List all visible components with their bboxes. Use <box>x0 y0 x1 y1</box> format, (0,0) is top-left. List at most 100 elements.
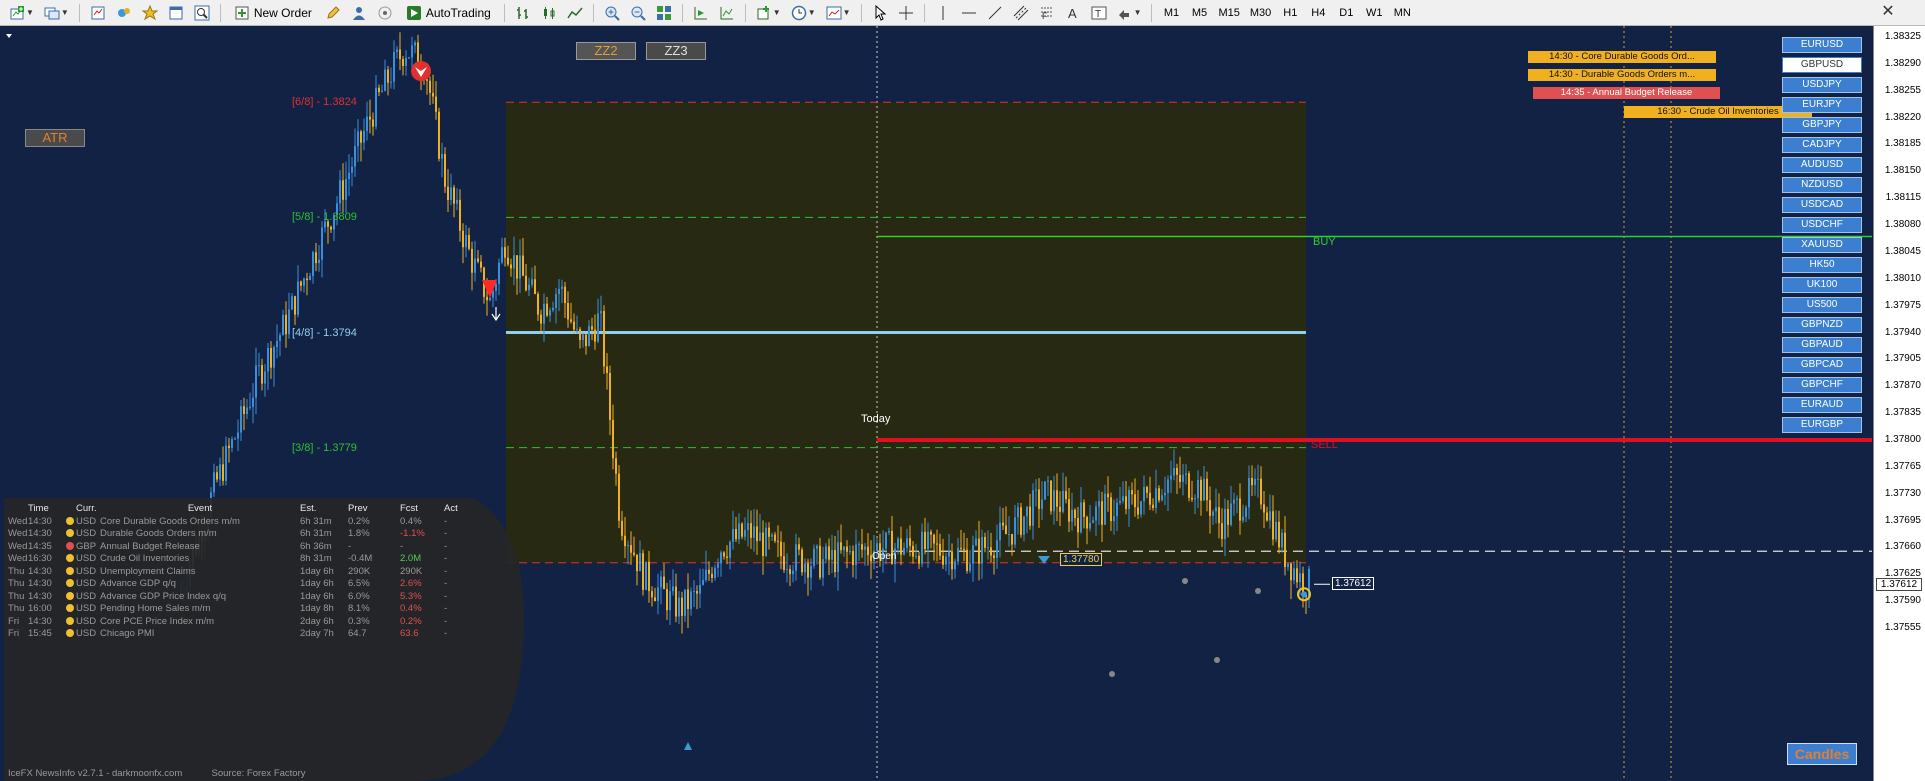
vertical-line-button[interactable] <box>931 2 955 24</box>
strategy-tester-button[interactable] <box>190 2 214 24</box>
line-chart-button[interactable] <box>563 2 587 24</box>
symbol-button-eurgbp[interactable]: EURGBP <box>1782 417 1862 433</box>
news-row[interactable]: Thu 14:30 USD Advance GDP q/q 1day 6h 6.5% 2.6… <box>8 578 474 591</box>
candle-body <box>939 543 941 556</box>
candles-button[interactable]: Candles <box>1787 743 1857 765</box>
news-row[interactable]: Wed 16:30 USD Crude Oil Inventories 8h 31m -0… <box>8 553 474 566</box>
symbol-button-xauusd[interactable]: XAUUSD <box>1782 237 1862 253</box>
symbol-button-gbpusd[interactable]: GBPUSD <box>1782 57 1862 73</box>
symbol-button-euraud[interactable]: EURAUD <box>1782 397 1862 413</box>
candle-body <box>798 544 800 550</box>
trendline-button[interactable] <box>983 2 1007 24</box>
symbol-button-us500[interactable]: US500 <box>1782 297 1862 313</box>
timeframe-m5-button[interactable]: M5 <box>1186 2 1212 24</box>
symbol-button-usdchf[interactable]: USDCHF <box>1782 217 1862 233</box>
candle-body <box>1281 532 1283 548</box>
symbol-button-eurjpy[interactable]: EURJPY <box>1782 97 1862 113</box>
price-tick: 1.37835 <box>1884 407 1921 419</box>
auto-scroll-button[interactable] <box>689 2 713 24</box>
news-tag[interactable]: 14:35 - Annual Budget Release <box>1533 87 1720 99</box>
candle-body <box>285 314 287 335</box>
periods-button[interactable]: ▼ <box>787 2 820 24</box>
symbol-button-hk50[interactable]: HK50 <box>1782 257 1862 273</box>
symbol-button-audusd[interactable]: AUDUSD <box>1782 157 1862 173</box>
templates-button[interactable]: ▼ <box>822 2 855 24</box>
news-row[interactable]: Fri 15:45 USD Chicago PMI 2day 7h 64.7 63.6 - <box>8 628 474 641</box>
symbol-button-usdcad[interactable]: USDCAD <box>1782 197 1862 213</box>
new-chart-button[interactable]: ▼ <box>5 2 38 24</box>
price-chart[interactable]: ZZ2 ZZ3 ATR [6/8] - 1.3824 [5/8] - 1.3809… <box>0 26 1925 781</box>
symbol-button-gbpjpy[interactable]: GBPJPY <box>1782 117 1862 133</box>
data-window-button[interactable] <box>112 2 136 24</box>
news-time: 14:30 <box>28 565 52 577</box>
news-row[interactable]: Thu 14:30 USD Unemployment Claims 1day 6h 290… <box>8 565 474 578</box>
news-row[interactable]: Thu 14:30 USD Advance GDP Price Index q/q 1d… <box>8 590 474 603</box>
text-label-button[interactable]: T <box>1087 2 1111 24</box>
zoom-out-button[interactable] <box>626 2 650 24</box>
signals-button[interactable] <box>347 2 371 24</box>
news-prev: 8.1% <box>348 603 370 615</box>
symbol-button-gbpcad[interactable]: GBPCAD <box>1782 357 1862 373</box>
candle-body <box>507 257 509 265</box>
news-tag[interactable]: 14:30 - Core Durable Goods Ord... <box>1528 51 1716 63</box>
symbol-button-eurusd[interactable]: EURUSD <box>1782 37 1862 53</box>
timeframe-h4-button[interactable]: H4 <box>1305 2 1331 24</box>
new-order-button[interactable]: New Order <box>227 2 319 24</box>
candle-body <box>846 546 848 552</box>
chart-shift-button[interactable] <box>715 2 739 24</box>
candle-body <box>825 546 827 560</box>
symbol-button-gbpnzd[interactable]: GBPNZD <box>1782 317 1862 333</box>
candle-body <box>1236 498 1238 500</box>
atr-button[interactable]: ATR <box>25 129 85 147</box>
zoom-in-button[interactable] <box>600 2 624 24</box>
news-currency-dot <box>66 628 76 641</box>
candle-body <box>1119 500 1121 503</box>
metaeditor-button[interactable] <box>321 2 345 24</box>
market-watch-button[interactable] <box>86 2 110 24</box>
symbol-button-gbpchf[interactable]: GBPCHF <box>1782 377 1862 393</box>
candle-body <box>438 111 440 159</box>
news-row[interactable]: Thu 16:00 USD Pending Home Sales m/m 1day 8h… <box>8 603 474 616</box>
timeframe-m15-button[interactable]: M15 <box>1214 2 1243 24</box>
text-button[interactable]: A <box>1061 2 1085 24</box>
zz2-button[interactable]: ZZ2 <box>576 42 636 60</box>
symbol-button-gbpaud[interactable]: GBPAUD <box>1782 337 1862 353</box>
close-icon[interactable]: ✕ <box>1879 3 1897 21</box>
timeframe-mn-button[interactable]: MN <box>1389 2 1415 24</box>
symbol-button-nzdusd[interactable]: NZDUSD <box>1782 177 1862 193</box>
news-row[interactable]: Wed 14:30 USD Durable Goods Orders m/m 6h 31… <box>8 528 474 541</box>
fibonacci-button[interactable]: F <box>1035 2 1059 24</box>
crosshair-button[interactable] <box>894 2 918 24</box>
wifi-button[interactable] <box>373 2 397 24</box>
candle-body <box>552 307 554 311</box>
symbol-button-usdjpy[interactable]: USDJPY <box>1782 77 1862 93</box>
timeframe-w1-button[interactable]: W1 <box>1361 2 1387 24</box>
navigator-button[interactable] <box>138 2 162 24</box>
zz3-button[interactable]: ZZ3 <box>646 42 706 60</box>
bar-chart-button[interactable] <box>511 2 535 24</box>
symbol-button-cadjpy[interactable]: CADJPY <box>1782 137 1862 153</box>
arrows-button[interactable]: ▼ <box>1113 2 1146 24</box>
terminal-button[interactable] <box>164 2 188 24</box>
candle-body <box>774 534 776 541</box>
cursor-button[interactable] <box>868 2 892 24</box>
indicators-button[interactable]: ▼ <box>752 2 785 24</box>
horizontal-line-button[interactable] <box>957 2 981 24</box>
news-row[interactable]: Fri 14:30 USD Core PCE Price Index m/m 2day … <box>8 615 474 628</box>
channel-button[interactable] <box>1009 2 1033 24</box>
news-tag[interactable]: 14:30 - Durable Goods Orders m... <box>1528 69 1716 81</box>
news-row[interactable]: Wed 14:30 USD Core Durable Goods Orders m/m… <box>8 515 474 528</box>
timeframe-h1-button[interactable]: H1 <box>1277 2 1303 24</box>
candle-body <box>540 314 542 324</box>
candle-chart-button[interactable] <box>537 2 561 24</box>
symbol-button-uk100[interactable]: UK100 <box>1782 277 1862 293</box>
news-row[interactable]: Wed 14:35 GBP Annual Budget Release 6h 36m - -… <box>8 540 474 553</box>
timeframe-m30-button[interactable]: M30 <box>1246 2 1275 24</box>
price-axis[interactable]: 1.38325 1.38290 1.38255 1.38220 1.38185 1.381… <box>1873 26 1925 781</box>
timeframe-m1-button[interactable]: M1 <box>1158 2 1184 24</box>
tile-windows-button[interactable] <box>652 2 676 24</box>
profiles-button[interactable]: ▼ <box>40 2 73 24</box>
timeframe-d1-button[interactable]: D1 <box>1333 2 1359 24</box>
candle-body <box>603 311 605 367</box>
autotrading-button[interactable]: AutoTrading <box>399 2 498 24</box>
